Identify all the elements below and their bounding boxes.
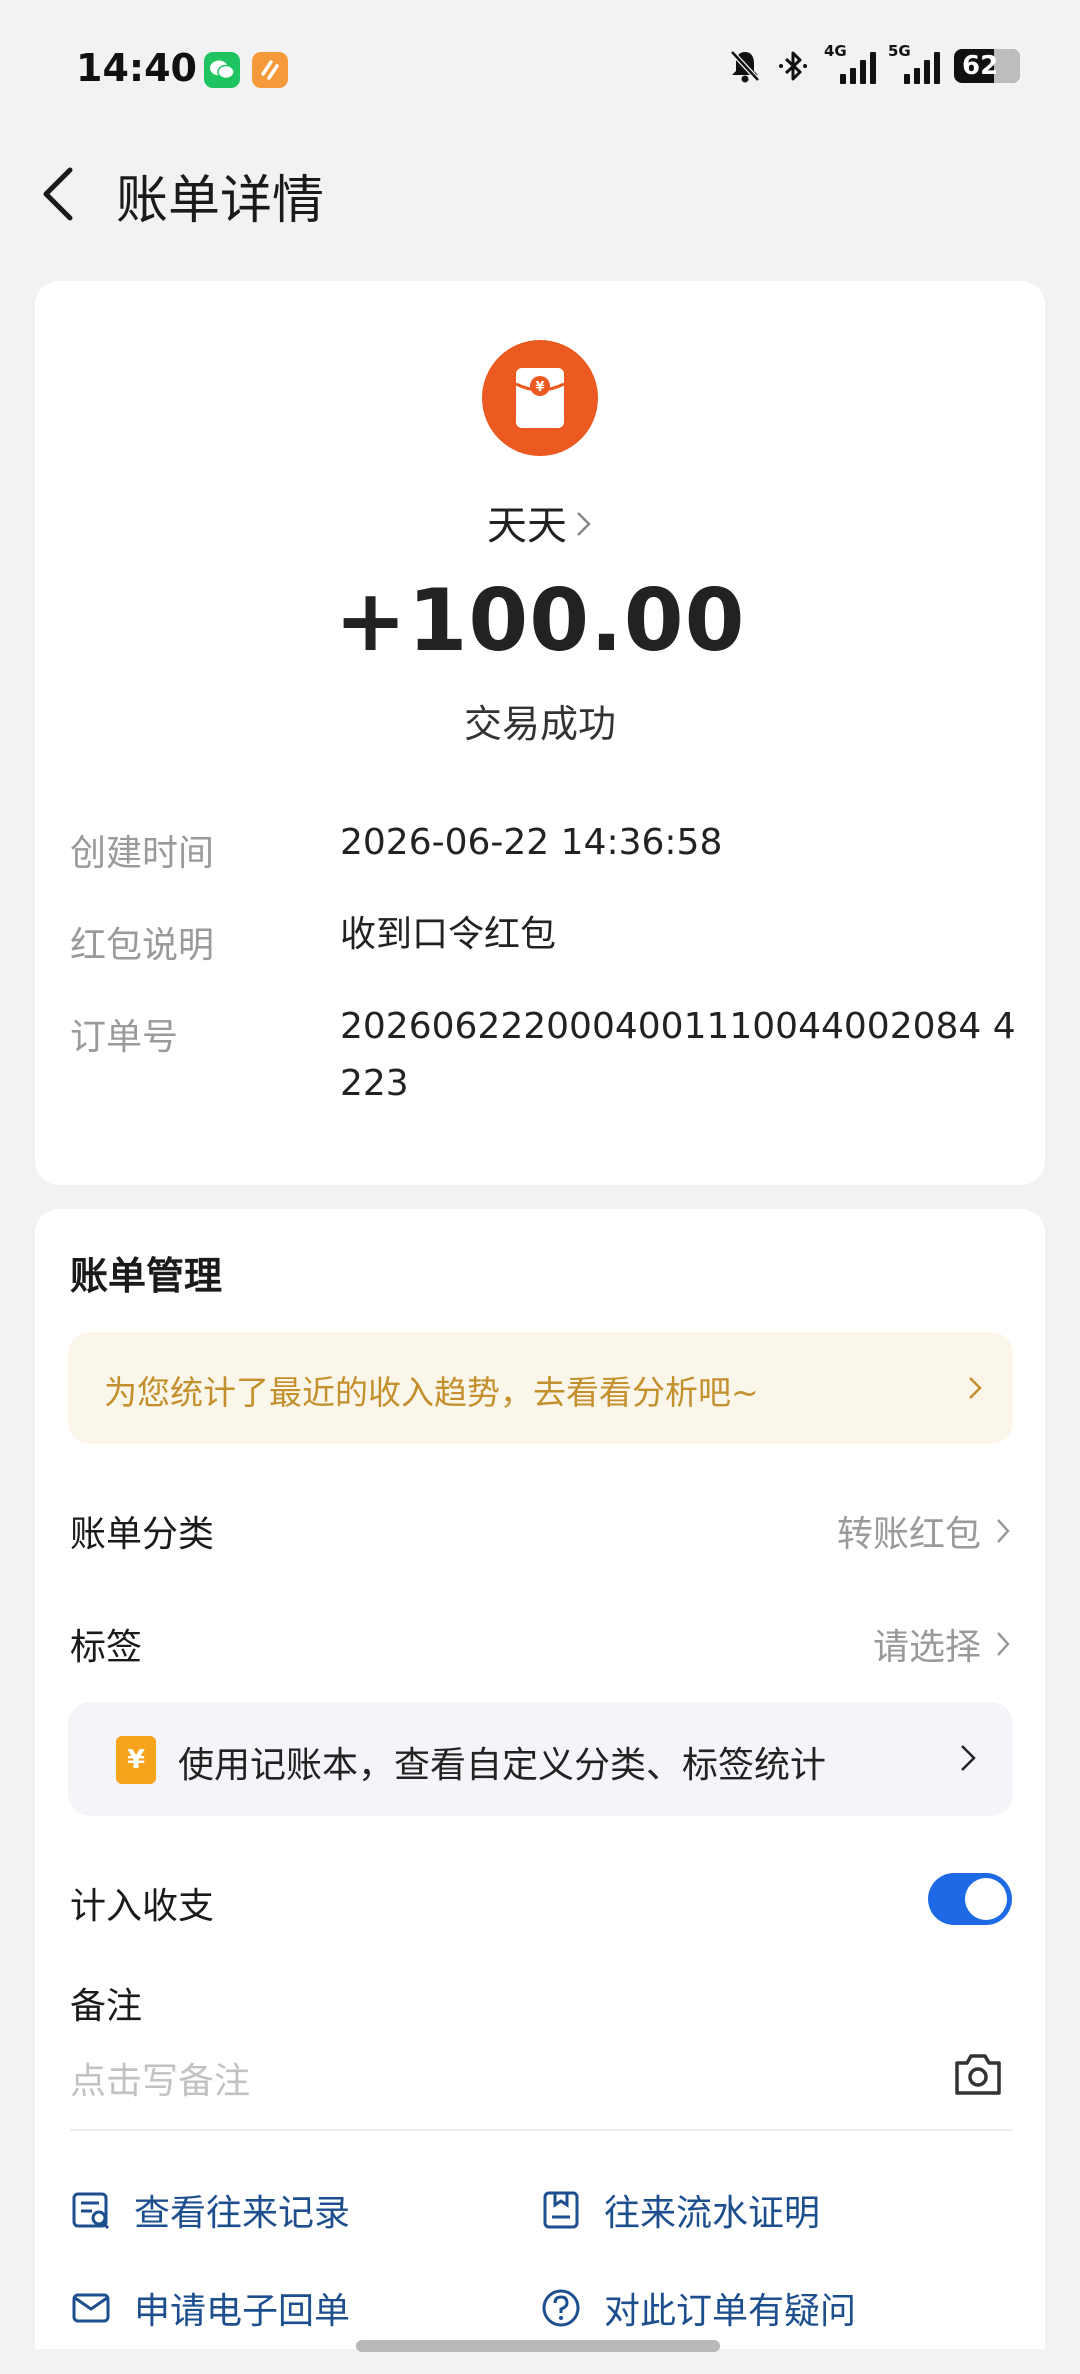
category-label: 账单分类 (70, 1514, 215, 1555)
chevron-right-icon (997, 1519, 1010, 1543)
account-book-icon: ¥ (116, 1736, 156, 1784)
tag-label: 标签 (70, 1627, 143, 1668)
section-title: 账单管理 (70, 1254, 223, 1298)
status-bar: 14:40 4G 5G 62 (0, 0, 1080, 140)
back-button[interactable] (38, 164, 78, 228)
divider (70, 2129, 1013, 2131)
toggle-knob (965, 1878, 1007, 1920)
order-question-link[interactable]: 对此订单有疑问 (540, 2282, 856, 2334)
red-packet-icon: ¥ (482, 340, 598, 456)
records-icon (72, 2192, 110, 2230)
svg-text:¥: ¥ (535, 380, 544, 395)
account-book-banner[interactable]: ¥ 使用记账本，查看自定义分类、标签统计 (68, 1702, 1013, 1816)
signal-4g-icon: 4G (824, 42, 876, 84)
status-icons: 4G 5G 62 (728, 42, 1020, 84)
detail-label-order-no: 订单号 (70, 1017, 179, 1058)
tag-value: 请选择 (873, 1618, 1011, 1670)
app-notification-icon (252, 52, 288, 88)
include-label: 计入收支 (70, 1886, 215, 1927)
home-indicator[interactable] (356, 2340, 720, 2352)
view-records-link[interactable]: 查看往来记录 (70, 2184, 350, 2236)
payer-name-link[interactable]: 天天 (35, 493, 1045, 551)
statement-proof-label: 往来流水证明 (604, 2193, 821, 2234)
chevron-right-icon (967, 1374, 983, 1406)
battery-icon: 62 (954, 49, 1020, 83)
include-toggle[interactable] (928, 1873, 1012, 1925)
detail-value-description: 收到口令红包 (340, 914, 557, 955)
transaction-card: ¥ 天天 +100.00 交易成功 创建时间 2026-06-22 14:36:… (35, 281, 1045, 1185)
chevron-right-icon (959, 1742, 977, 1778)
detail-value-order-no[interactable]: 2026062220004001110044002084 4223 (340, 998, 1030, 1112)
detail-value-created-time: 2026-06-22 14:36:58 (340, 822, 723, 863)
help-icon (542, 2289, 580, 2327)
bluetooth-icon (779, 51, 807, 81)
page-title: 账单详情 (116, 171, 325, 231)
signal-5g-icon: 5G (888, 42, 940, 84)
income-trend-text: 为您统计了最近的收入趋势，去看看分析吧~ (104, 1373, 759, 1412)
remark-input[interactable]: 点击写备注 (70, 2052, 250, 2104)
amount: +100.00 (334, 571, 746, 671)
payer-name: 天天 (487, 503, 567, 549)
camera-icon[interactable] (953, 2051, 1003, 2101)
account-book-text: 使用记账本，查看自定义分类、标签统计 (178, 1745, 827, 1786)
mute-bell-icon (730, 50, 760, 83)
order-question-label: 对此订单有疑问 (604, 2291, 857, 2332)
remark-label: 备注 (70, 1986, 143, 2027)
transaction-status: 交易成功 (463, 702, 616, 746)
income-trend-banner[interactable]: 为您统计了最近的收入趋势，去看看分析吧~ (68, 1332, 1013, 1444)
bill-management-card: 账单管理 为您统计了最近的收入趋势，去看看分析吧~ 账单分类 转账红包 标签 请… (35, 1209, 1045, 2349)
e-receipt-link[interactable]: 申请电子回单 (70, 2282, 350, 2334)
detail-label-created-time: 创建时间 (70, 833, 215, 874)
statement-proof-link[interactable]: 往来流水证明 (540, 2184, 820, 2236)
category-value: 转账红包 (837, 1505, 1011, 1557)
e-receipt-label: 申请电子回单 (134, 2291, 351, 2332)
detail-label-description: 红包说明 (70, 925, 215, 966)
nav-bar: 账单详情 (0, 150, 1080, 231)
chevron-right-icon (997, 1632, 1010, 1656)
mail-icon (72, 2293, 110, 2323)
document-icon (543, 2191, 579, 2229)
view-records-label: 查看往来记录 (134, 2193, 351, 2234)
wechat-icon (204, 52, 240, 88)
chevron-right-icon (575, 503, 593, 549)
back-arrow-icon (43, 167, 73, 221)
status-time: 14:40 (76, 46, 197, 90)
